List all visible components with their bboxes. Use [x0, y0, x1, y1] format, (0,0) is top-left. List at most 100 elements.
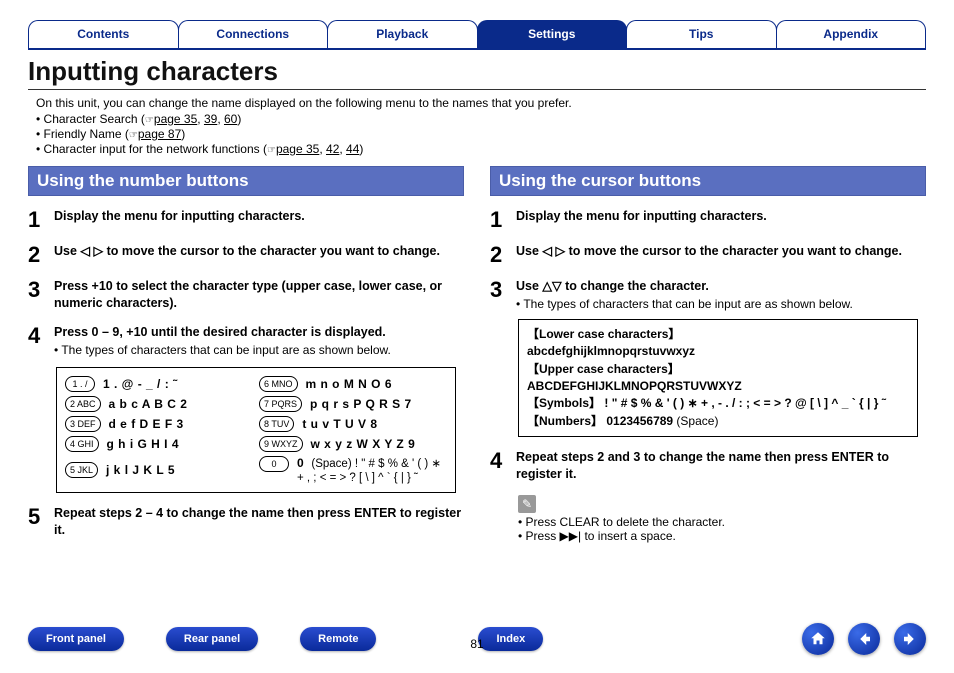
tab-contents[interactable]: Contents — [28, 20, 179, 48]
step-title: Repeat steps 2 and 3 to change the name … — [516, 449, 926, 483]
arrow-right-icon — [901, 630, 919, 648]
keycap-9: 9 WXYZ — [259, 436, 303, 452]
step-title: Press +10 to select the character type (… — [54, 278, 464, 312]
bullet-prefix: • Character Search ( — [36, 112, 145, 126]
bullet-prefix: • Friendly Name ( — [36, 127, 129, 141]
right-heading: Using the cursor buttons — [490, 166, 926, 196]
number-key-table: 1 . /1 . @ - _ / : ˜ 6 MNOm n o M N O 6 … — [56, 367, 456, 493]
bullet-suffix: ) — [359, 142, 363, 156]
step-title: Press 0 – 9, +10 until the desired chara… — [54, 324, 464, 341]
left-step-5: 5 Repeat steps 2 – 4 to change the name … — [28, 505, 464, 539]
keycap-2: 2 ABC — [65, 396, 101, 412]
note-list: Press CLEAR to delete the character. Pre… — [518, 515, 926, 543]
hand-icon: ☞ — [145, 115, 154, 126]
box-label-upper: 【Upper case characters】 — [527, 362, 680, 376]
left-step-3: 3 Press +10 to select the character type… — [28, 278, 464, 312]
keycap-7: 7 PQRS — [259, 396, 302, 412]
intro-bullet-2: • Friendly Name (☞page 87) — [36, 127, 926, 141]
box-value-lower: abcdefghijklmnopqrstuvwxyz — [527, 344, 695, 358]
bullet-prefix: • Character input for the network functi… — [36, 142, 267, 156]
left-step-1: 1 Display the menu for inputting charact… — [28, 208, 464, 231]
keycap-chars: 1 . @ - _ / : ˜ — [103, 377, 178, 391]
box-label-lower: 【Lower case characters】 — [527, 327, 680, 341]
link-page-42[interactable]: 42 — [326, 142, 339, 156]
left-step-4: 4 Press 0 – 9, +10 until the desired cha… — [28, 324, 464, 357]
step-number: 1 — [490, 208, 516, 231]
step-number: 2 — [490, 243, 516, 266]
right-step-3: 3 Use △▽ to change the character. The ty… — [490, 278, 926, 311]
keycap-4: 4 GHI — [65, 436, 99, 452]
footer: Front panel Rear panel Remote 81 Index — [28, 623, 926, 655]
page-number: 81 — [470, 637, 483, 651]
home-icon — [809, 630, 827, 648]
keycap-chars: d e f D E F 3 — [109, 417, 184, 431]
intro-bullet-1: • Character Search (☞page 35, 39, 60) — [36, 112, 926, 126]
box-value-numbers: 0123456789 — [603, 414, 673, 428]
step-number: 2 — [28, 243, 54, 266]
link-page-60[interactable]: 60 — [224, 112, 237, 126]
tab-settings[interactable]: Settings — [477, 20, 628, 48]
tab-playback[interactable]: Playback — [327, 20, 478, 48]
keycap-chars: p q r s P Q R S 7 — [310, 397, 412, 411]
home-button[interactable] — [802, 623, 834, 655]
step-number: 5 — [28, 505, 54, 539]
step-title: Use ◁ ▷ to move the cursor to the charac… — [516, 243, 926, 260]
link-page-35[interactable]: page 35 — [154, 112, 197, 126]
page-title: Inputting characters — [28, 56, 926, 87]
tab-connections[interactable]: Connections — [178, 20, 329, 48]
note-item: Press ▶▶| to insert a space. — [518, 529, 926, 543]
hand-icon: ☞ — [267, 145, 276, 156]
step-number: 3 — [490, 278, 516, 311]
keycap-chars: m n o M N O 6 — [306, 377, 393, 391]
intro-bullet-3: • Character input for the network functi… — [36, 142, 926, 156]
bullet-suffix: ) — [237, 112, 241, 126]
keycap-0: 0 — [259, 456, 289, 472]
note-item: Press CLEAR to delete the character. — [518, 515, 926, 529]
arrow-left-icon — [855, 630, 873, 648]
keycap-chars: j k l J K L 5 — [106, 463, 175, 477]
step-title: Display the menu for inputting character… — [54, 208, 464, 225]
step-title: Repeat steps 2 – 4 to change the name th… — [54, 505, 464, 539]
left-column: Using the number buttons 1 Display the m… — [28, 166, 464, 543]
keycap-1: 1 . / — [65, 376, 95, 392]
tab-tips[interactable]: Tips — [626, 20, 777, 48]
step-number: 4 — [28, 324, 54, 357]
box-value-symbols: ! " # $ % & ' ( ) ∗ + , - . / : ; < = > … — [601, 396, 886, 410]
character-types-box: 【Lower case characters】 abcdefghijklmnop… — [518, 319, 918, 437]
link-page-87[interactable]: page 87 — [138, 127, 181, 141]
step-title: Use △▽ to change the character. — [516, 278, 926, 295]
box-label-symbols: 【Symbols】 — [527, 396, 601, 410]
keycap-3: 3 DEF — [65, 416, 101, 432]
prev-page-button[interactable] — [848, 623, 880, 655]
top-tabs: Contents Connections Playback Settings T… — [28, 20, 926, 50]
step-number: 3 — [28, 278, 54, 312]
step-note: The types of characters that can be inpu… — [516, 297, 926, 311]
box-value-numbers-suffix: (Space) — [673, 414, 718, 428]
keycap-5: 5 JKL — [65, 462, 98, 478]
right-column: Using the cursor buttons 1 Display the m… — [490, 166, 926, 543]
intro-text: On this unit, you can change the name di… — [36, 96, 926, 110]
step-note: The types of characters that can be inpu… — [54, 343, 464, 357]
remote-button[interactable]: Remote — [300, 627, 376, 651]
right-step-4: 4 Repeat steps 2 and 3 to change the nam… — [490, 449, 926, 483]
front-panel-button[interactable]: Front panel — [28, 627, 124, 651]
keycap-8: 8 TUV — [259, 416, 294, 432]
bullet-suffix: ) — [181, 127, 185, 141]
step-number: 4 — [490, 449, 516, 483]
link-page-35b[interactable]: page 35 — [276, 142, 319, 156]
box-value-upper: ABCDEFGHIJKLMNOPQRSTUVWXYZ — [527, 379, 742, 393]
keycap-chars-extra: (Space) ! " # $ % & ' ( ) ∗ + , ; < = > … — [297, 458, 441, 484]
rear-panel-button[interactable]: Rear panel — [166, 627, 258, 651]
link-page-39[interactable]: 39 — [204, 112, 217, 126]
keycap-chars: t u v T U V 8 — [302, 417, 377, 431]
left-heading: Using the number buttons — [28, 166, 464, 196]
note-icon: ✎ — [518, 495, 536, 513]
keycap-6: 6 MNO — [259, 376, 298, 392]
step-title: Use ◁ ▷ to move the cursor to the charac… — [54, 243, 464, 260]
next-page-button[interactable] — [894, 623, 926, 655]
index-button[interactable]: Index — [478, 627, 543, 651]
right-step-2: 2 Use ◁ ▷ to move the cursor to the char… — [490, 243, 926, 266]
link-page-44[interactable]: 44 — [346, 142, 359, 156]
keycap-chars: a b c A B C 2 — [109, 397, 188, 411]
tab-appendix[interactable]: Appendix — [776, 20, 927, 48]
